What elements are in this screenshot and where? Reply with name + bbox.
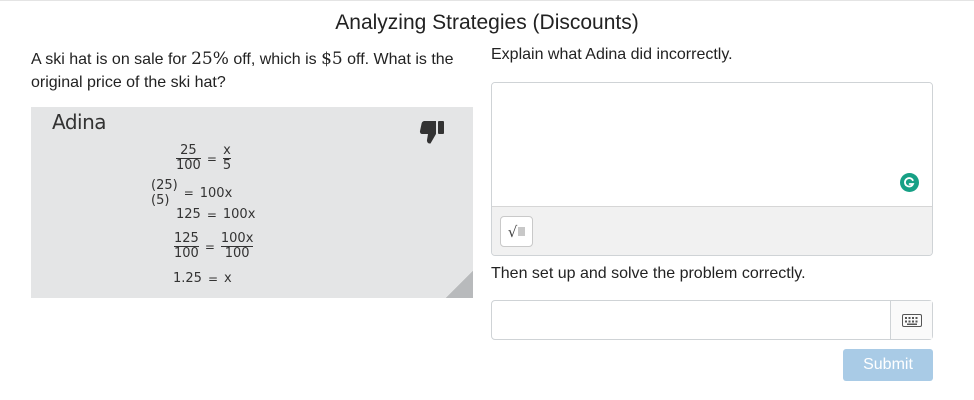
keyboard-icon [901,313,922,327]
step-4-equals: = [204,239,215,254]
step-1-right-denominator: 5 [222,158,232,173]
top-divider [0,0,974,1]
page-fold-corner [446,271,473,298]
step-1-right-fraction: x 5 [222,143,232,173]
explain-prompt: Explain what Adina did incorrectly. [491,46,733,63]
submit-button[interactable]: Submit [843,349,933,381]
page-title: Analyzing Strategies (Discounts) [335,11,639,34]
step-2-left: (25)(5) [151,178,178,208]
step-2: (25)(5) = 100x [151,178,232,208]
question-text: A ski hat is on sale for 25% off, which … [31,48,476,94]
step-4-left-denominator: 100 [174,246,199,261]
step-5-right: x [224,271,232,286]
placeholder-box [518,227,526,236]
student-name: Adina [52,110,107,134]
step-4-right-fraction: 100x 100 [220,231,254,261]
step-1-left-fraction: 25 100 [176,143,201,173]
thumbs-down-icon [419,121,444,144]
step-4-left-numerator: 125 [174,231,199,246]
step-5-equals: = [207,271,219,286]
keyboard-button[interactable] [890,301,932,339]
step-3: 125 = 100x [176,207,255,222]
step-1-right-numerator: x [223,143,231,158]
question-text-part-2: off, which is [228,51,322,68]
solve-answer-input[interactable] [492,301,890,339]
question-percent: 25% [191,49,229,69]
student-work-card: Adina 25 100 = x 5 (25)(5) = 100x 125 = … [31,107,473,298]
step-1-equals: = [206,151,217,166]
editor-toolbar: √ [492,206,932,255]
question-amount: $5 [321,49,343,69]
step-4: 125 100 = 100x 100 [174,231,254,261]
step-4-right-denominator: 100 [224,246,250,261]
explanation-text-area[interactable] [492,83,932,206]
step-1-left-denominator: 100 [176,158,201,173]
step-3-right: 100x [222,207,256,222]
step-4-left-fraction: 125 100 [174,231,199,261]
solve-input-group [491,300,933,340]
grammarly-g-icon [904,177,915,188]
question-text-part-1: A ski hat is on sale for [31,51,192,68]
explanation-editor: √ [491,82,933,256]
step-4-right-numerator: 100x [220,231,254,246]
square-root-icon: √ [507,222,518,241]
step-2-equals: = [183,186,194,200]
step-2-right: 100x [199,185,233,201]
grammarly-icon[interactable] [900,173,919,192]
step-3-equals: = [206,207,217,222]
step-1-left-numerator: 25 [180,143,197,158]
math-symbol-button[interactable]: √ [500,216,533,247]
step-3-left: 125 [176,207,201,222]
step-5-left: 1.25 [173,271,202,286]
step-1: 25 100 = x 5 [176,143,232,173]
solve-prompt: Then set up and solve the problem correc… [491,265,806,282]
step-5: 1.25 = x [173,271,232,286]
